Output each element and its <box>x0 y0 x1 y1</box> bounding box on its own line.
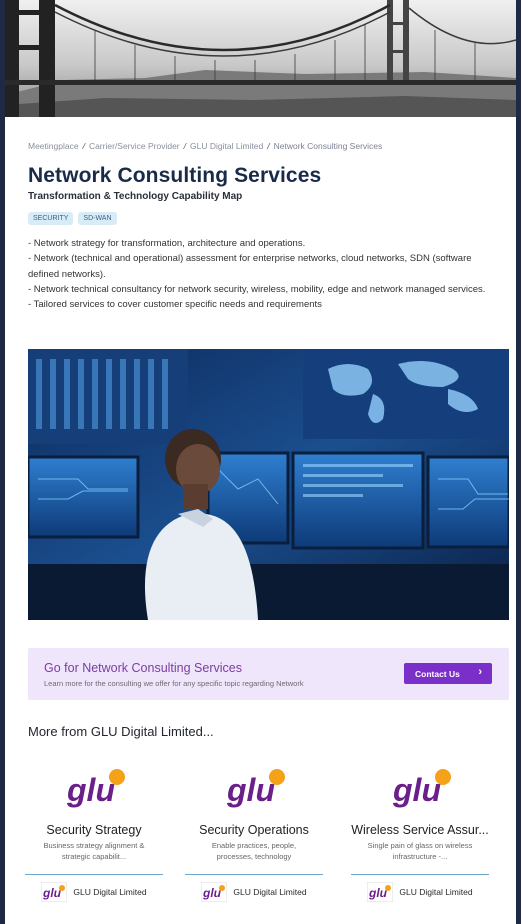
card-divider <box>25 874 163 875</box>
svg-text:glu: glu <box>392 772 441 808</box>
network-operations-photo <box>28 349 509 620</box>
description-line: - Network strategy for transformation, a… <box>28 238 306 249</box>
card-company: glu GLU Digital Limited <box>345 881 495 903</box>
company-name: GLU Digital Limited <box>73 887 147 897</box>
cta-subtitle: Learn more for the consulting we offer f… <box>44 679 304 688</box>
card-title: Security Strategy <box>46 823 142 837</box>
breadcrumb-separator: / <box>267 141 270 151</box>
description-line: - Network technical consultancy for netw… <box>28 283 486 295</box>
related-service-card[interactable]: glu Security Operations Enable practices… <box>179 758 329 908</box>
hero-bridge-image <box>5 0 516 117</box>
glu-small-logo-icon: glu <box>41 882 68 902</box>
chevron-right-icon: › <box>478 666 482 678</box>
breadcrumb: Meetingplace / Carrier/Service Provider / GL… <box>28 141 382 151</box>
tag-security[interactable]: SECURITY <box>28 212 74 225</box>
service-description: - Network strategy for transformation, a… <box>28 236 498 312</box>
svg-text:glu: glu <box>66 772 115 808</box>
contact-us-button[interactable]: Contact Us › <box>404 663 492 684</box>
contact-us-label: Contact Us <box>415 668 460 679</box>
description-line: - Tailored services to cover customer sp… <box>28 299 322 311</box>
glu-logo-icon: glu <box>179 758 329 818</box>
contact-cta-banner: Go for Network Consulting Services Learn… <box>28 648 509 700</box>
description-line: - Network (technical and operational) as… <box>28 253 472 280</box>
breadcrumb-link-company[interactable]: GLU Digital Limited <box>190 141 263 151</box>
glu-logo-icon: glu <box>345 758 495 818</box>
breadcrumb-current: Network Consulting Services <box>273 141 383 151</box>
svg-text:glu: glu <box>368 886 388 900</box>
svg-text:glu: glu <box>226 772 275 808</box>
glu-logo-icon: glu <box>19 758 169 818</box>
breadcrumb-separator: / <box>183 141 187 151</box>
page: Meetingplace / Carrier/Service Provider / GL… <box>5 0 516 924</box>
glu-small-logo-icon: glu <box>201 882 228 902</box>
card-description: Enable practices, people, processes, tec… <box>211 841 297 861</box>
card-description: Business strategy alignment & strategic … <box>43 841 145 861</box>
company-name: GLU Digital Limited <box>399 887 473 897</box>
tag-list: SECURITY SD-WAN <box>28 212 117 225</box>
page-subtitle: Transformation & Technology Capability M… <box>28 191 243 202</box>
card-company: glu GLU Digital Limited <box>179 881 329 903</box>
glu-small-logo-icon: glu <box>367 882 394 902</box>
card-title: Wireless Service Assur... <box>351 823 489 837</box>
breadcrumb-separator: / <box>82 141 85 151</box>
card-description: Single pain of glass on wireless infrast… <box>367 841 473 861</box>
page-title: Network Consulting Services <box>28 164 322 187</box>
svg-text:glu: glu <box>42 886 62 900</box>
company-name: GLU Digital Limited <box>233 887 307 897</box>
breadcrumb-link-carrier[interactable]: Carrier/Service Provider <box>89 141 180 151</box>
card-divider <box>351 874 489 875</box>
related-service-card[interactable]: glu Wireless Service Assur... Single pai… <box>345 758 495 908</box>
card-company: glu GLU Digital Limited <box>19 881 169 903</box>
more-from-heading: More from GLU Digital Limited... <box>28 724 214 739</box>
tag-sd-wan[interactable]: SD-WAN <box>78 212 117 225</box>
card-title: Security Operations <box>199 823 309 837</box>
breadcrumb-link-meetingplace[interactable]: Meetingplace <box>28 141 79 151</box>
cta-title: Go for Network Consulting Services <box>44 661 242 675</box>
card-divider <box>185 874 323 875</box>
related-service-card[interactable]: glu Security Strategy Business strategy … <box>19 758 169 908</box>
svg-text:glu: glu <box>202 886 222 900</box>
